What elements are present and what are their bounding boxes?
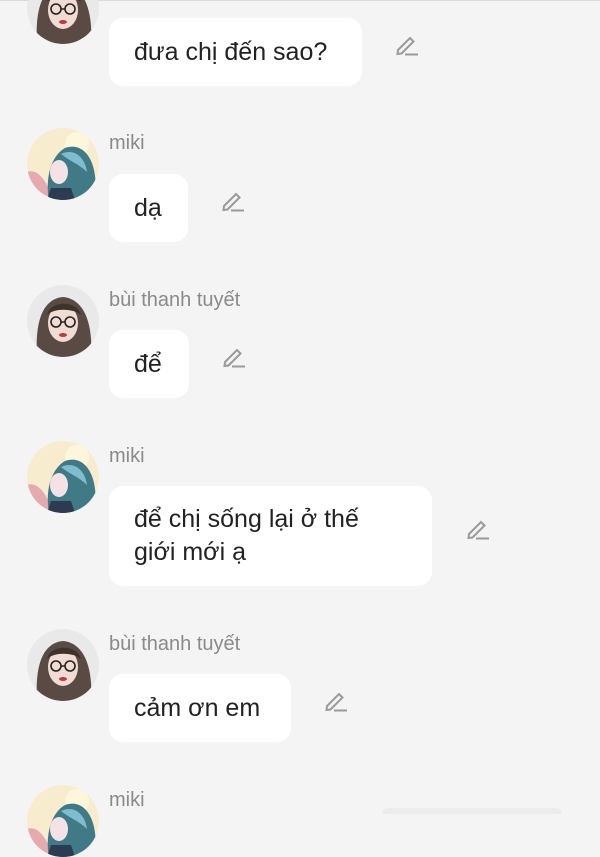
avatar-bui-thanh-tuyet[interactable] xyxy=(27,285,99,357)
message-text: để xyxy=(134,349,162,378)
avatar-bui-thanh-tuyet[interactable] xyxy=(27,0,99,44)
sender-name: bùi thanh tuyết xyxy=(109,633,241,655)
edit-icon[interactable] xyxy=(220,187,246,213)
avatar-miki[interactable] xyxy=(27,441,99,513)
bottom-bar-edge xyxy=(382,808,562,814)
edit-icon[interactable] xyxy=(323,687,349,713)
message-bubble[interactable]: để xyxy=(109,330,189,398)
avatar-miki[interactable] xyxy=(27,785,99,857)
avatar-miki[interactable] xyxy=(27,128,99,200)
message-text: đưa chị đến sao? xyxy=(134,37,328,66)
message-text: cảm ơn em xyxy=(134,693,261,722)
sender-name: bùi thanh tuyết xyxy=(109,289,241,311)
message-bubble[interactable]: cảm ơn em xyxy=(109,674,291,742)
avatar-bui-thanh-tuyet[interactable] xyxy=(27,629,99,701)
edit-icon[interactable] xyxy=(465,515,491,541)
edit-icon[interactable] xyxy=(221,343,247,369)
message-text: để chị sống lại ở thế giới mới ạ xyxy=(134,505,359,566)
sender-name: miki xyxy=(109,132,145,154)
message-bubble[interactable]: để chị sống lại ở thế giới mới ạ xyxy=(109,486,432,586)
message-bubble[interactable]: dạ xyxy=(109,174,188,242)
message-text: dạ xyxy=(134,193,162,222)
sender-name: miki xyxy=(109,789,145,811)
sender-name: miki xyxy=(109,445,145,467)
message-bubble[interactable]: đưa chị đến sao? xyxy=(109,18,362,86)
edit-icon[interactable] xyxy=(394,31,420,57)
